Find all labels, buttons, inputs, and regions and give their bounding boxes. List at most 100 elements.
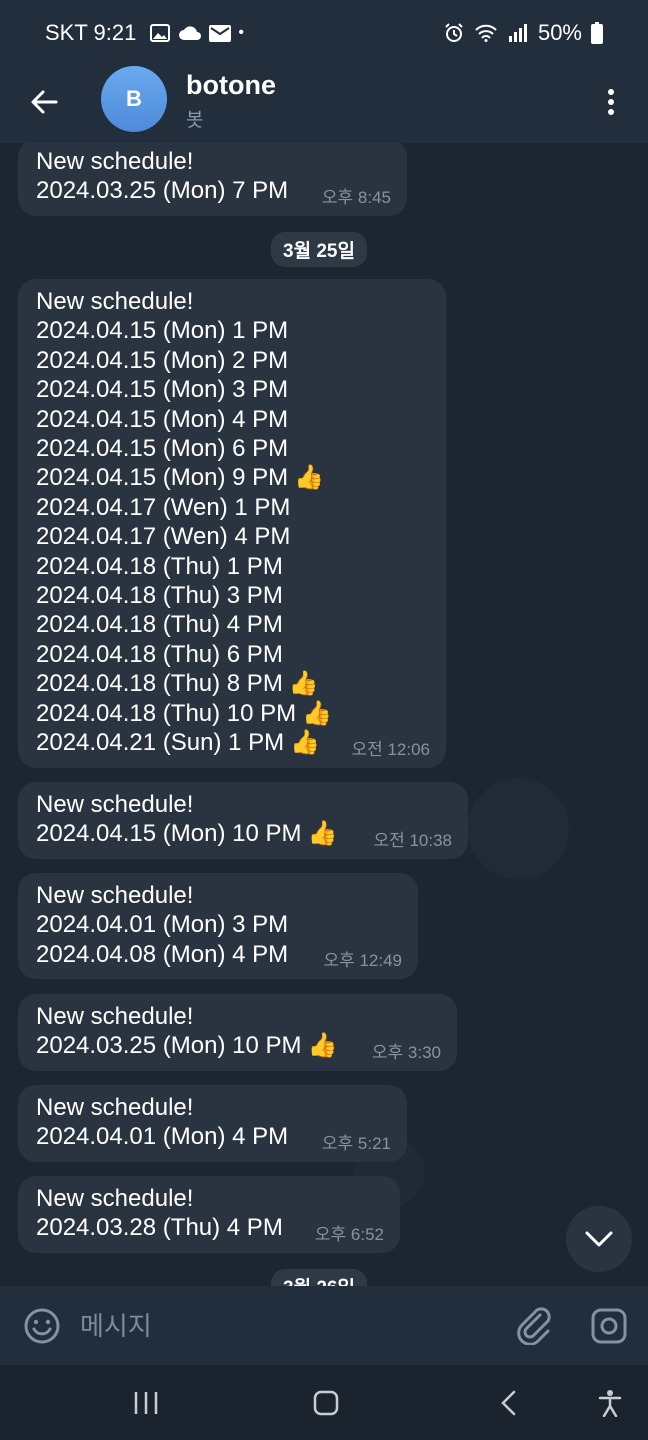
message-bubble[interactable]: New schedule! 2024.03.25 (Mon) 10 PM 👍 오후 3… [18, 994, 457, 1071]
recent-apps-button[interactable] [126, 1383, 166, 1423]
emoji-button[interactable] [22, 1306, 62, 1346]
schedule-line: 2024.04.18 (Thu) 8 PM 👍 [36, 669, 428, 698]
message-heading: New schedule! [36, 1093, 389, 1122]
message-time: 오전 12:06 [351, 739, 430, 759]
chevron-down-icon [585, 1231, 613, 1247]
chat-header: B botone 봇 [0, 64, 648, 143]
thumbs-up-icon: 👍 [294, 464, 325, 492]
cloud-icon [178, 21, 202, 45]
scroll-to-bottom-button[interactable] [566, 1206, 632, 1272]
paperclip-icon [517, 1307, 551, 1345]
schedule-line: 2024.04.15 (Mon) 3 PM [36, 375, 428, 404]
line-text: 2024.04.15 (Mon) 2 PM [36, 346, 289, 374]
message-input[interactable] [80, 1308, 480, 1344]
message-bubble[interactable]: New schedule! 2024.03.28 (Thu) 4 PM 오후 6:5… [18, 1176, 400, 1253]
camera-button[interactable] [589, 1306, 629, 1346]
schedule-line: 2024.04.18 (Thu) 3 PM [36, 581, 428, 610]
message-time: 오후 8:45 [321, 187, 391, 207]
message-time: 오후 12:49 [323, 951, 402, 971]
schedule-line: 2024.04.18 (Thu) 4 PM [36, 610, 428, 639]
message-heading: New schedule! [36, 881, 400, 910]
message-bubble[interactable]: New schedule! 2024.04.01 (Mon) 4 PM 오후 5:2… [18, 1085, 407, 1162]
schedule-line: 2024.04.17 (Wen) 1 PM [36, 493, 428, 522]
line-text: 2024.03.25 (Mon) 7 PM [36, 177, 289, 205]
thumbs-up-icon: 👍 [290, 729, 321, 757]
home-button[interactable] [306, 1383, 346, 1423]
thumbs-up-icon: 👍 [307, 1032, 338, 1060]
gallery-icon [148, 21, 172, 45]
thumbs-up-icon: 👍 [307, 820, 338, 848]
thumbs-up-icon: 👍 [302, 699, 333, 727]
message-bubble[interactable]: New schedule! 2024.03.25 (Mon) 7 PM 오후 8:4… [18, 143, 407, 216]
schedule-line: 2024.04.18 (Thu) 1 PM [36, 552, 428, 581]
line-text: 2024.04.08 (Mon) 4 PM [36, 940, 289, 968]
line-text: 2024.04.15 (Mon) 9 PM [36, 464, 289, 492]
line-text: New schedule! [36, 1003, 194, 1030]
line-text: New schedule! [36, 288, 194, 315]
message-time: 오후 3:30 [371, 1042, 441, 1062]
line-text: 2024.04.18 (Thu) 10 PM [36, 699, 297, 727]
back-chevron-icon [501, 1390, 516, 1416]
line-text: 2024.04.01 (Mon) 4 PM [36, 1123, 289, 1151]
emoji-icon [24, 1308, 60, 1344]
line-text: 2024.04.15 (Mon) 4 PM [36, 405, 289, 433]
message-heading: New schedule! [36, 287, 428, 316]
thumbs-up-icon: 👍 [288, 670, 319, 698]
message-bubble[interactable]: New schedule! 2024.04.15 (Mon) 10 PM 👍 오전 1… [18, 782, 468, 859]
schedule-line: 2024.04.15 (Mon) 2 PM [36, 346, 428, 375]
schedule-line: 2024.04.15 (Mon) 6 PM [36, 434, 428, 463]
line-text: 2024.04.18 (Thu) 4 PM [36, 611, 283, 639]
date-separator: 3월 26일 [271, 1269, 367, 1286]
message-time: 오후 6:52 [314, 1224, 384, 1244]
message-bubble[interactable]: New schedule! 2024.04.01 (Mon) 3 PM 2024.0… [18, 873, 418, 980]
line-text: New schedule! [36, 148, 194, 175]
accessibility-icon [598, 1390, 622, 1417]
message-list[interactable]: New schedule! 2024.03.25 (Mon) 7 PM 오후 8:4… [0, 143, 648, 1286]
message-time: 오전 10:38 [373, 830, 452, 850]
line-text: 2024.04.17 (Wen) 4 PM [36, 523, 291, 551]
line-text: 2024.04.21 (Sun) 1 PM [36, 729, 285, 757]
line-text: 2024.04.15 (Mon) 1 PM [36, 317, 289, 345]
mail-icon [208, 21, 232, 45]
message-heading: New schedule! [36, 1002, 439, 1031]
carrier-time: SKT 9:21 [45, 20, 137, 45]
schedule-line: 2024.04.15 (Mon) 9 PM 👍 [36, 463, 428, 492]
line-text: 2024.04.18 (Thu) 3 PM [36, 582, 283, 610]
back-button[interactable] [24, 82, 64, 122]
more-options-button[interactable] [596, 82, 626, 122]
schedule-line: 2024.04.15 (Mon) 4 PM [36, 405, 428, 434]
status-right: 50% [442, 20, 604, 46]
schedule-line: 2024.04.15 (Mon) 1 PM [36, 316, 428, 345]
arrow-left-icon [31, 90, 58, 114]
status-dot: • [238, 24, 244, 41]
line-text: New schedule! [36, 791, 194, 818]
avatar[interactable]: B [101, 66, 167, 132]
battery-percent: 50% [537, 20, 582, 45]
line-text: New schedule! [36, 1094, 194, 1121]
accessibility-button[interactable] [590, 1383, 630, 1423]
date-separator: 3월 25일 [271, 232, 367, 267]
status-left: SKT 9:21 • [45, 20, 244, 46]
schedule-line: 2024.04.01 (Mon) 3 PM [36, 910, 400, 939]
system-back-button[interactable] [488, 1383, 528, 1423]
message-heading: New schedule! [36, 790, 450, 819]
message-bubble[interactable]: New schedule! 2024.04.15 (Mon) 1 PM 2024.0… [18, 279, 446, 768]
attach-button[interactable] [514, 1306, 554, 1346]
line-text: 2024.04.15 (Mon) 3 PM [36, 376, 289, 404]
line-text: New schedule! [36, 1185, 194, 1212]
message-composer [0, 1286, 648, 1365]
camera-icon [591, 1308, 627, 1344]
schedule-line: 2024.04.18 (Thu) 6 PM [36, 640, 428, 669]
line-text: 2024.04.18 (Thu) 6 PM [36, 640, 283, 668]
signal-icon [506, 21, 530, 45]
message-time: 오후 5:21 [321, 1133, 391, 1153]
line-text: 2024.04.15 (Mon) 10 PM [36, 820, 302, 848]
home-icon [313, 1390, 339, 1416]
line-text: New schedule! [36, 882, 194, 909]
status-bar: SKT 9:21 • 50% [0, 0, 648, 64]
chat-title[interactable]: botone [186, 70, 276, 101]
line-text: 2024.04.18 (Thu) 8 PM [36, 670, 283, 698]
chat-subtitle: 봇 [186, 110, 204, 131]
message-heading: New schedule! [36, 1184, 382, 1213]
wifi-icon [474, 21, 498, 45]
